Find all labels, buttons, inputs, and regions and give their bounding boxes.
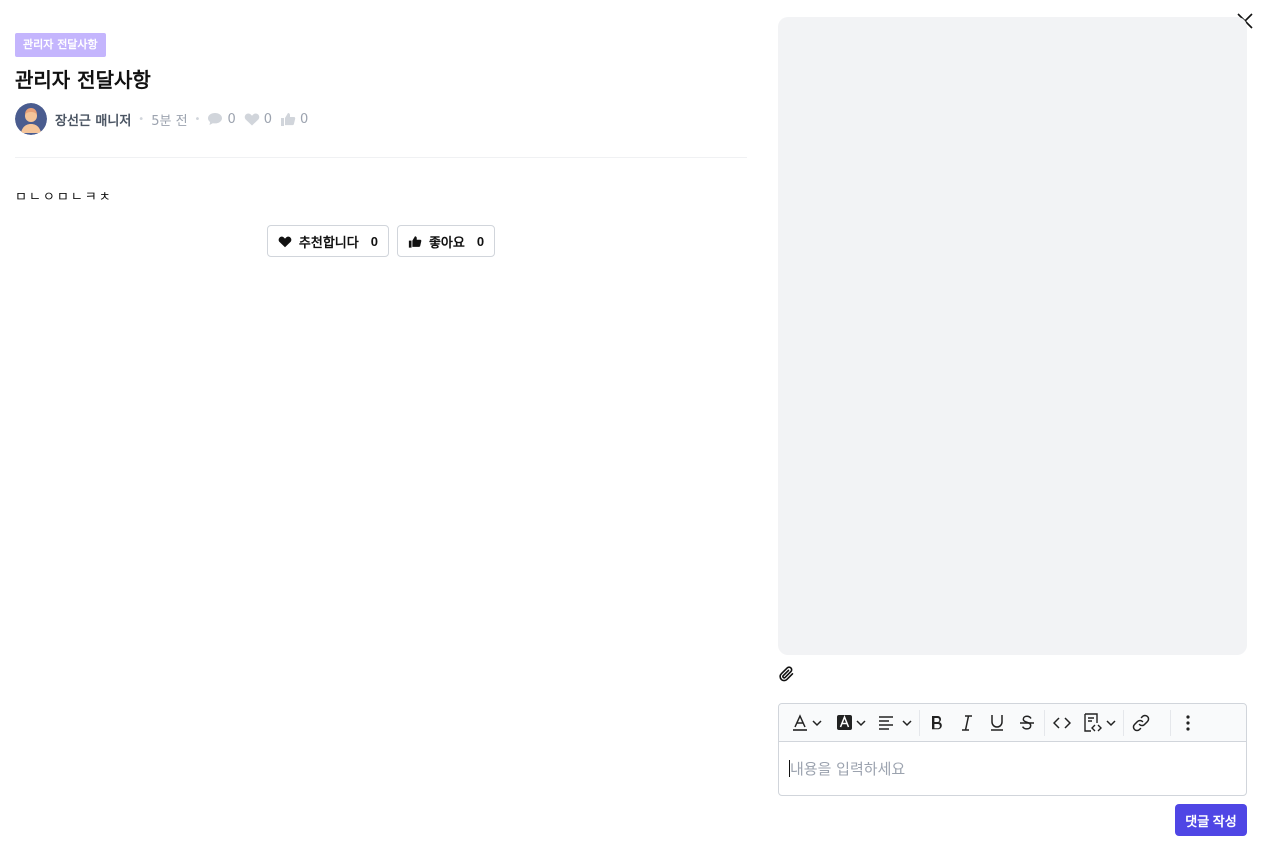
submit-comment-button[interactable]: 댓글 작성 <box>1175 804 1247 836</box>
toolbar-divider <box>1044 709 1045 736</box>
recommend-label: 추천합니다 <box>298 234 359 250</box>
toolbar-divider <box>919 709 920 736</box>
code-block-icon <box>1084 712 1116 732</box>
post-panel: 관리자 전달사항 관리자 전달사항 장선근 매니저 • 5분 전 • 0 0 0 <box>15 33 747 257</box>
comment-stat: 0 <box>207 111 236 127</box>
bold-button[interactable] <box>922 708 952 738</box>
strikethrough-icon <box>1020 715 1034 730</box>
code-block-button[interactable] <box>1077 708 1121 738</box>
like-count: 0 <box>300 111 309 127</box>
more-button[interactable] <box>1173 708 1203 738</box>
heart-stat: 0 <box>244 112 272 127</box>
like-button[interactable]: 좋아요 0 <box>396 225 496 257</box>
attach-button[interactable] <box>777 664 797 684</box>
recommend-button[interactable]: 추천합니다 0 <box>266 225 389 257</box>
align-icon <box>879 715 912 730</box>
italic-button[interactable] <box>952 708 982 738</box>
comment-input[interactable]: 내용을 입력하세요 <box>779 742 1246 795</box>
more-icon <box>1186 714 1190 731</box>
recommend-count: 0 <box>370 233 378 249</box>
link-icon <box>1132 714 1150 731</box>
comments-area <box>778 17 1247 655</box>
like-count: 0 <box>476 233 485 249</box>
background-color-icon <box>837 714 866 730</box>
meta-separator: • <box>138 113 145 125</box>
code-button[interactable] <box>1047 708 1077 738</box>
comment-placeholder: 내용을 입력하세요 <box>790 760 906 778</box>
post-time: 5분 전 <box>151 113 188 129</box>
post-title: 관리자 전달사항 <box>15 68 151 92</box>
divider <box>15 157 747 158</box>
underline-icon <box>991 715 1003 731</box>
post-body: ㅁㄴㅇㅁㄴㅋㅊ <box>15 190 113 205</box>
align-button[interactable] <box>873 708 917 738</box>
like-label: 좋아요 <box>428 234 465 250</box>
strikethrough-button[interactable] <box>1012 708 1042 738</box>
editor-toolbar <box>779 704 1246 742</box>
heart-icon <box>278 236 292 247</box>
link-button[interactable] <box>1126 708 1156 738</box>
category-tag[interactable]: 관리자 전달사항 <box>15 33 106 57</box>
thumbs-up-icon <box>281 113 296 126</box>
reaction-buttons: 추천합니다 0 좋아요 0 <box>15 225 747 257</box>
thumbs-up-icon <box>408 235 422 248</box>
italic-icon <box>962 714 972 731</box>
toolbar-divider <box>1170 709 1171 736</box>
code-icon <box>1053 716 1071 729</box>
meta-separator: • <box>194 113 201 125</box>
post-meta: 장선근 매니저 • 5분 전 • 0 0 0 <box>15 103 747 135</box>
comment-editor: 내용을 입력하세요 <box>778 703 1247 796</box>
bold-icon <box>932 715 942 729</box>
heart-icon <box>244 113 259 126</box>
author-name[interactable]: 장선근 매니저 <box>55 110 131 129</box>
avatar[interactable] <box>15 103 47 135</box>
font-color-icon <box>793 713 822 731</box>
underline-button[interactable] <box>982 708 1012 738</box>
like-stat: 0 <box>280 112 308 127</box>
heart-count: 0 <box>263 111 272 127</box>
font-color-button[interactable] <box>785 708 829 738</box>
comment-icon <box>208 113 223 125</box>
comment-count: 0 <box>227 111 236 127</box>
paperclip-icon <box>779 665 794 681</box>
background-color-button[interactable] <box>829 708 873 738</box>
toolbar-divider <box>1123 709 1124 736</box>
